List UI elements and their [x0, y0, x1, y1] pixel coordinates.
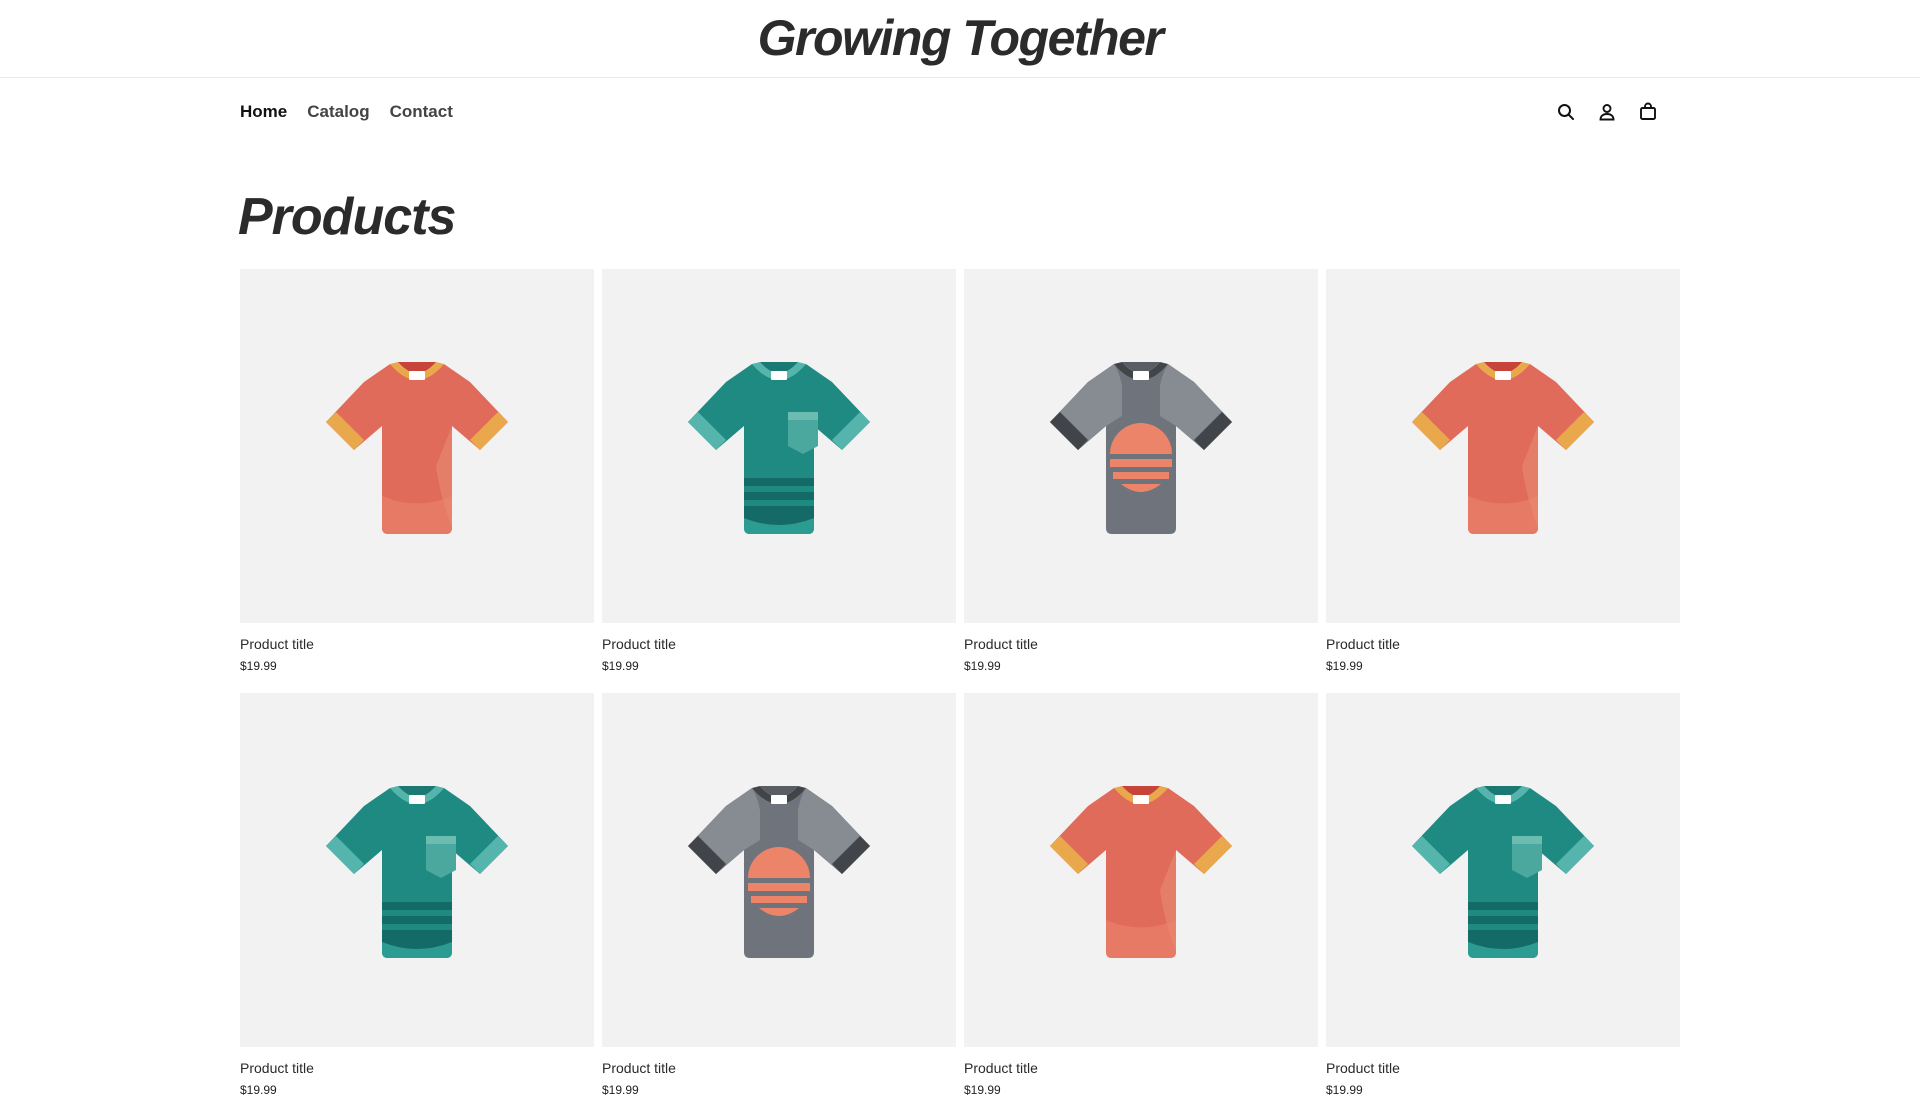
store-title[interactable]: Growing Together: [0, 6, 1920, 70]
product-grid: Product title $19.99 Product title $19.99 Pr…: [240, 269, 1680, 1098]
product-image[interactable]: [1326, 269, 1680, 623]
product-price: $19.99: [602, 1083, 639, 1097]
nav-item-contact[interactable]: Contact: [390, 102, 453, 122]
tshirt-image-teal: [1412, 786, 1594, 958]
product-title[interactable]: Product title: [1326, 635, 1680, 653]
tshirt-image-gray: [688, 786, 870, 958]
tshirt-image-coral: [326, 362, 508, 534]
tshirt-image-coral: [1050, 786, 1232, 958]
product-price: $19.99: [602, 659, 639, 673]
product-title[interactable]: Product title: [602, 635, 956, 653]
nav-item-home[interactable]: Home: [240, 102, 287, 122]
product-image[interactable]: [1326, 693, 1680, 1047]
product-title[interactable]: Product title: [602, 1059, 956, 1077]
product-card[interactable]: Product title $19.99: [240, 693, 594, 1098]
product-image[interactable]: [964, 693, 1318, 1047]
product-title[interactable]: Product title: [964, 635, 1318, 653]
main-nav: Home Catalog Contact: [240, 100, 453, 124]
product-card[interactable]: Product title $19.99: [602, 693, 956, 1098]
product-title[interactable]: Product title: [240, 1059, 594, 1077]
product-title[interactable]: Product title: [964, 1059, 1318, 1077]
nav-item-catalog[interactable]: Catalog: [307, 102, 369, 122]
tshirt-image-teal: [326, 786, 508, 958]
product-price: $19.99: [1326, 659, 1363, 673]
product-price: $19.99: [1326, 1083, 1363, 1097]
product-title[interactable]: Product title: [1326, 1059, 1680, 1077]
product-card[interactable]: Product title $19.99: [602, 269, 956, 674]
cart-icon[interactable]: [1636, 100, 1660, 124]
tshirt-image-gray: [1050, 362, 1232, 534]
search-icon[interactable]: [1554, 100, 1578, 124]
product-price: $19.99: [964, 659, 1001, 673]
product-price: $19.99: [240, 1083, 277, 1097]
account-icon[interactable]: [1595, 100, 1619, 124]
product-card[interactable]: Product title $19.99: [1326, 693, 1680, 1098]
product-image[interactable]: [602, 693, 956, 1047]
product-card[interactable]: Product title $19.99: [240, 269, 594, 674]
product-card[interactable]: Product title $19.99: [1326, 269, 1680, 674]
site-header: Growing Together: [0, 0, 1920, 78]
product-price: $19.99: [240, 659, 277, 673]
tshirt-image-teal: [688, 362, 870, 534]
product-title[interactable]: Product title: [240, 635, 594, 653]
page-heading: Products: [238, 188, 456, 246]
tshirt-image-coral: [1412, 362, 1594, 534]
product-image[interactable]: [240, 269, 594, 623]
product-card[interactable]: Product title $19.99: [964, 269, 1318, 674]
product-image[interactable]: [602, 269, 956, 623]
product-image[interactable]: [964, 269, 1318, 623]
header-actions: [1554, 98, 1660, 126]
product-card[interactable]: Product title $19.99: [964, 693, 1318, 1098]
product-image[interactable]: [240, 693, 594, 1047]
product-price: $19.99: [964, 1083, 1001, 1097]
